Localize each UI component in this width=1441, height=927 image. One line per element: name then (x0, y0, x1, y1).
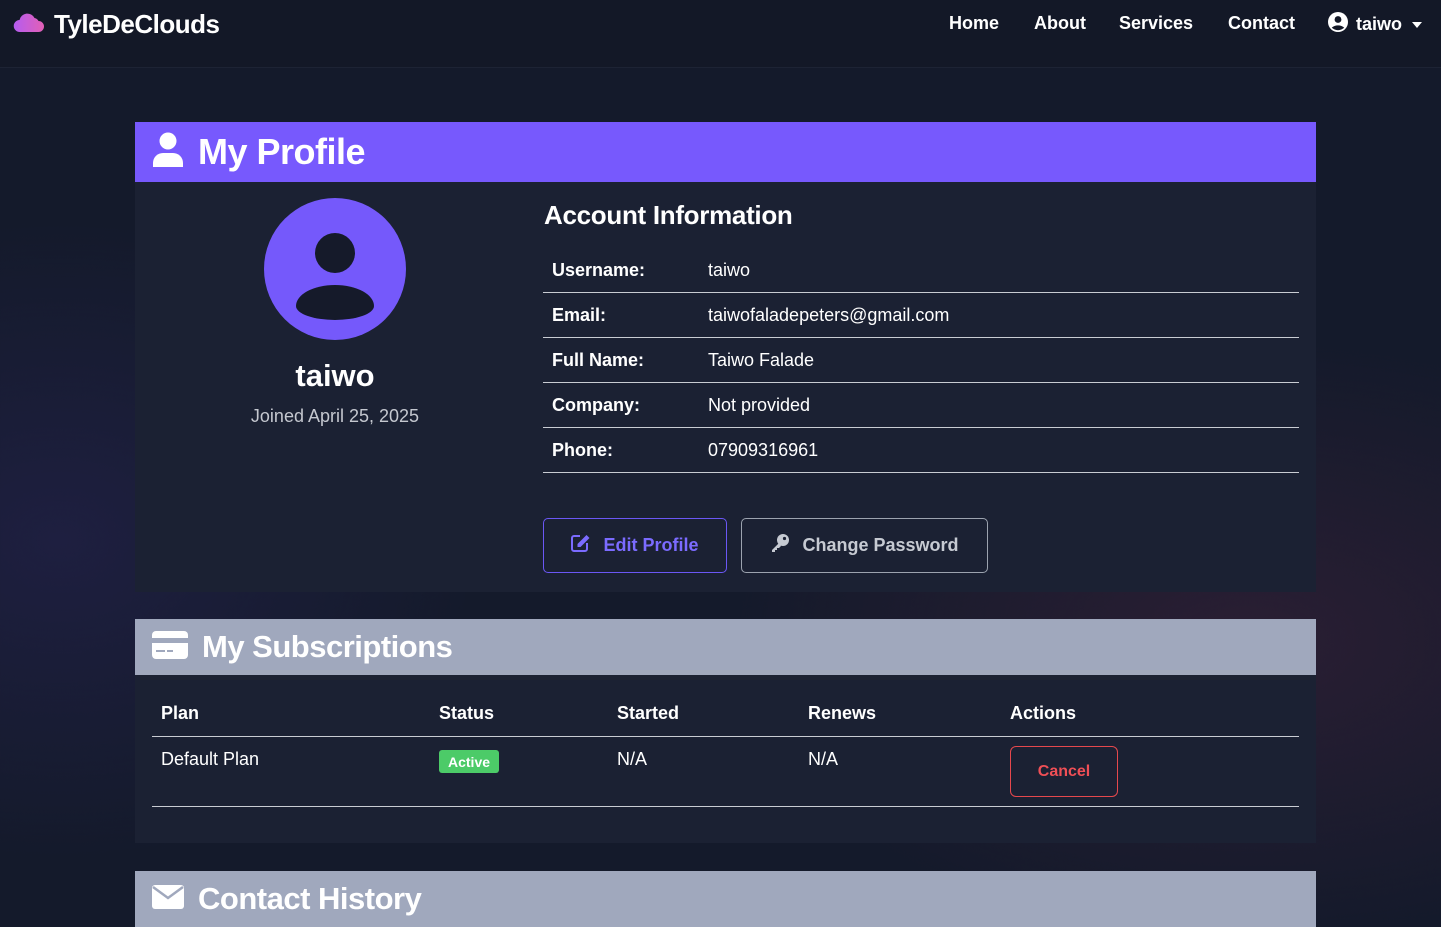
joined-date: Joined April 25, 2025 (250, 406, 420, 426)
renews-cell: N/A (808, 749, 839, 769)
info-value: taiwofaladepeters@gmail.com (708, 304, 950, 325)
info-row-username: Username: taiwo (543, 248, 1299, 293)
info-row-full-name: Full Name: Taiwo Falade (543, 338, 1299, 383)
brand-name: TyleDeClouds (54, 8, 220, 39)
column-header-renews: Renews (808, 703, 877, 723)
user-circle-icon (1328, 12, 1356, 37)
change-password-button[interactable]: Change Password (741, 518, 988, 573)
profile-card-title: My Profile (198, 131, 366, 172)
info-row-phone: Phone: 07909316961 (543, 428, 1299, 473)
subscriptions-card-header: My Subscriptions (135, 619, 1316, 675)
contact-history-card: Contact History (135, 871, 1316, 927)
nav-home-link[interactable]: Home (949, 13, 999, 34)
user-icon (152, 132, 184, 173)
info-row-company: Company: Not provided (543, 383, 1299, 428)
profile-card-header: My Profile (135, 122, 1316, 182)
edit-profile-button[interactable]: Edit Profile (543, 518, 727, 573)
column-header-plan: Plan (161, 703, 200, 723)
nav-about-link[interactable]: About (1034, 13, 1086, 34)
info-value: Not provided (708, 394, 811, 415)
key-icon (770, 533, 802, 558)
chevron-down-icon (1412, 21, 1423, 28)
info-value: taiwo (708, 259, 751, 280)
started-cell: N/A (617, 749, 648, 769)
plan-cell: Default Plan (161, 749, 260, 769)
column-header-status: Status (439, 703, 495, 723)
info-row-email: Email: taiwofaladepeters@gmail.com (543, 293, 1299, 338)
credit-card-icon (152, 630, 188, 664)
table-row: Default Plan Active N/A N/A Cancel (152, 737, 1299, 807)
envelope-icon (152, 884, 184, 914)
profile-username: taiwo (295, 358, 375, 393)
brand-logo-link[interactable]: TyleDeClouds (13, 8, 220, 40)
subscriptions-card: My Subscriptions Plan Status Started Ren… (135, 619, 1316, 843)
profile-card: My Profile taiwo Joined April 25, 2025 A… (135, 122, 1316, 592)
top-navbar: TyleDeClouds Home About Services Contact… (0, 0, 1441, 68)
info-value: Taiwo Falade (708, 349, 815, 370)
contact-history-card-header: Contact History (135, 871, 1316, 927)
user-dropdown-toggle[interactable]: taiwo (1328, 12, 1423, 37)
subscriptions-table: Plan Status Started Renews Actions Defau… (152, 697, 1299, 807)
info-label: Email: (552, 304, 607, 325)
cloud-icon (13, 10, 45, 39)
column-header-started: Started (617, 703, 680, 723)
info-label: Full Name: (552, 349, 645, 370)
account-information-title: Account Information (544, 200, 793, 230)
nav-contact-link[interactable]: Contact (1228, 13, 1295, 34)
cancel-subscription-button[interactable]: Cancel (1010, 746, 1118, 797)
user-menu-label: taiwo (1356, 14, 1403, 34)
change-password-label: Change Password (802, 535, 959, 555)
edit-icon (571, 534, 603, 557)
subscriptions-card-title: My Subscriptions (202, 629, 453, 664)
table-header-row: Plan Status Started Renews Actions (152, 697, 1299, 737)
nav-services-link[interactable]: Services (1119, 13, 1193, 34)
avatar (264, 198, 406, 340)
account-info-table: Username: taiwo Email: taiwofaladepeters… (543, 248, 1299, 473)
column-header-actions: Actions (1010, 703, 1077, 723)
status-badge: Active (439, 750, 500, 773)
info-label: Phone: (552, 439, 613, 460)
info-value: 07909316961 (708, 439, 819, 460)
contact-history-card-title: Contact History (198, 881, 422, 916)
edit-profile-label: Edit Profile (603, 535, 699, 555)
info-label: Username: (552, 259, 646, 280)
info-label: Company: (552, 394, 641, 415)
